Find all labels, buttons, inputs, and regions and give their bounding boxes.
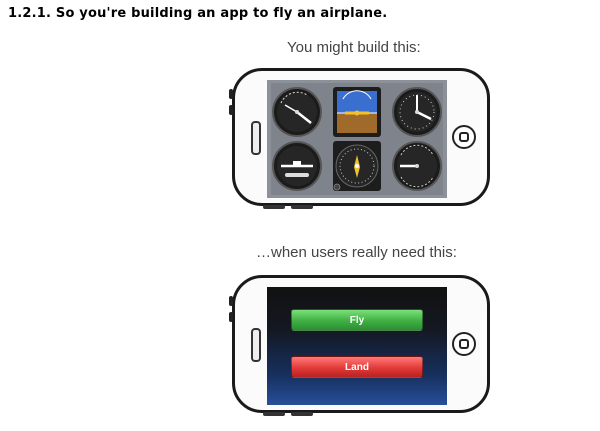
phone-edge-button (263, 412, 285, 416)
heading-indicator-icon (333, 141, 381, 191)
cockpit-screen (267, 80, 447, 198)
vertical-speed-indicator-icon (392, 141, 442, 191)
speaker-slot (251, 121, 261, 155)
attitude-indicator-icon (333, 87, 381, 137)
home-button-icon (452, 125, 476, 149)
section-heading: 1.2.1. So you're building an app to fly … (8, 6, 388, 21)
phone-simple-illustration: Fly Land (229, 275, 490, 416)
speaker-slot (251, 328, 261, 362)
volume-button (229, 312, 233, 322)
turn-coordinator-icon (272, 141, 322, 191)
volume-button (229, 89, 233, 99)
caption-top: You might build this: (287, 39, 421, 56)
home-button-icon (452, 332, 476, 356)
fly-button[interactable]: Fly (291, 309, 423, 331)
caption-bottom: …when users really need this: (256, 244, 457, 261)
phone-cockpit-illustration (229, 68, 490, 209)
instrument-panel (271, 83, 443, 195)
volume-button (229, 105, 233, 115)
phone-edge-button (263, 205, 285, 209)
phone-edge-button (291, 412, 313, 416)
altimeter-icon (392, 87, 442, 137)
phone-edge-button (291, 205, 313, 209)
land-button[interactable]: Land (291, 356, 423, 378)
airspeed-indicator-icon (272, 87, 322, 137)
volume-button (229, 296, 233, 306)
simple-app-screen: Fly Land (267, 287, 447, 405)
